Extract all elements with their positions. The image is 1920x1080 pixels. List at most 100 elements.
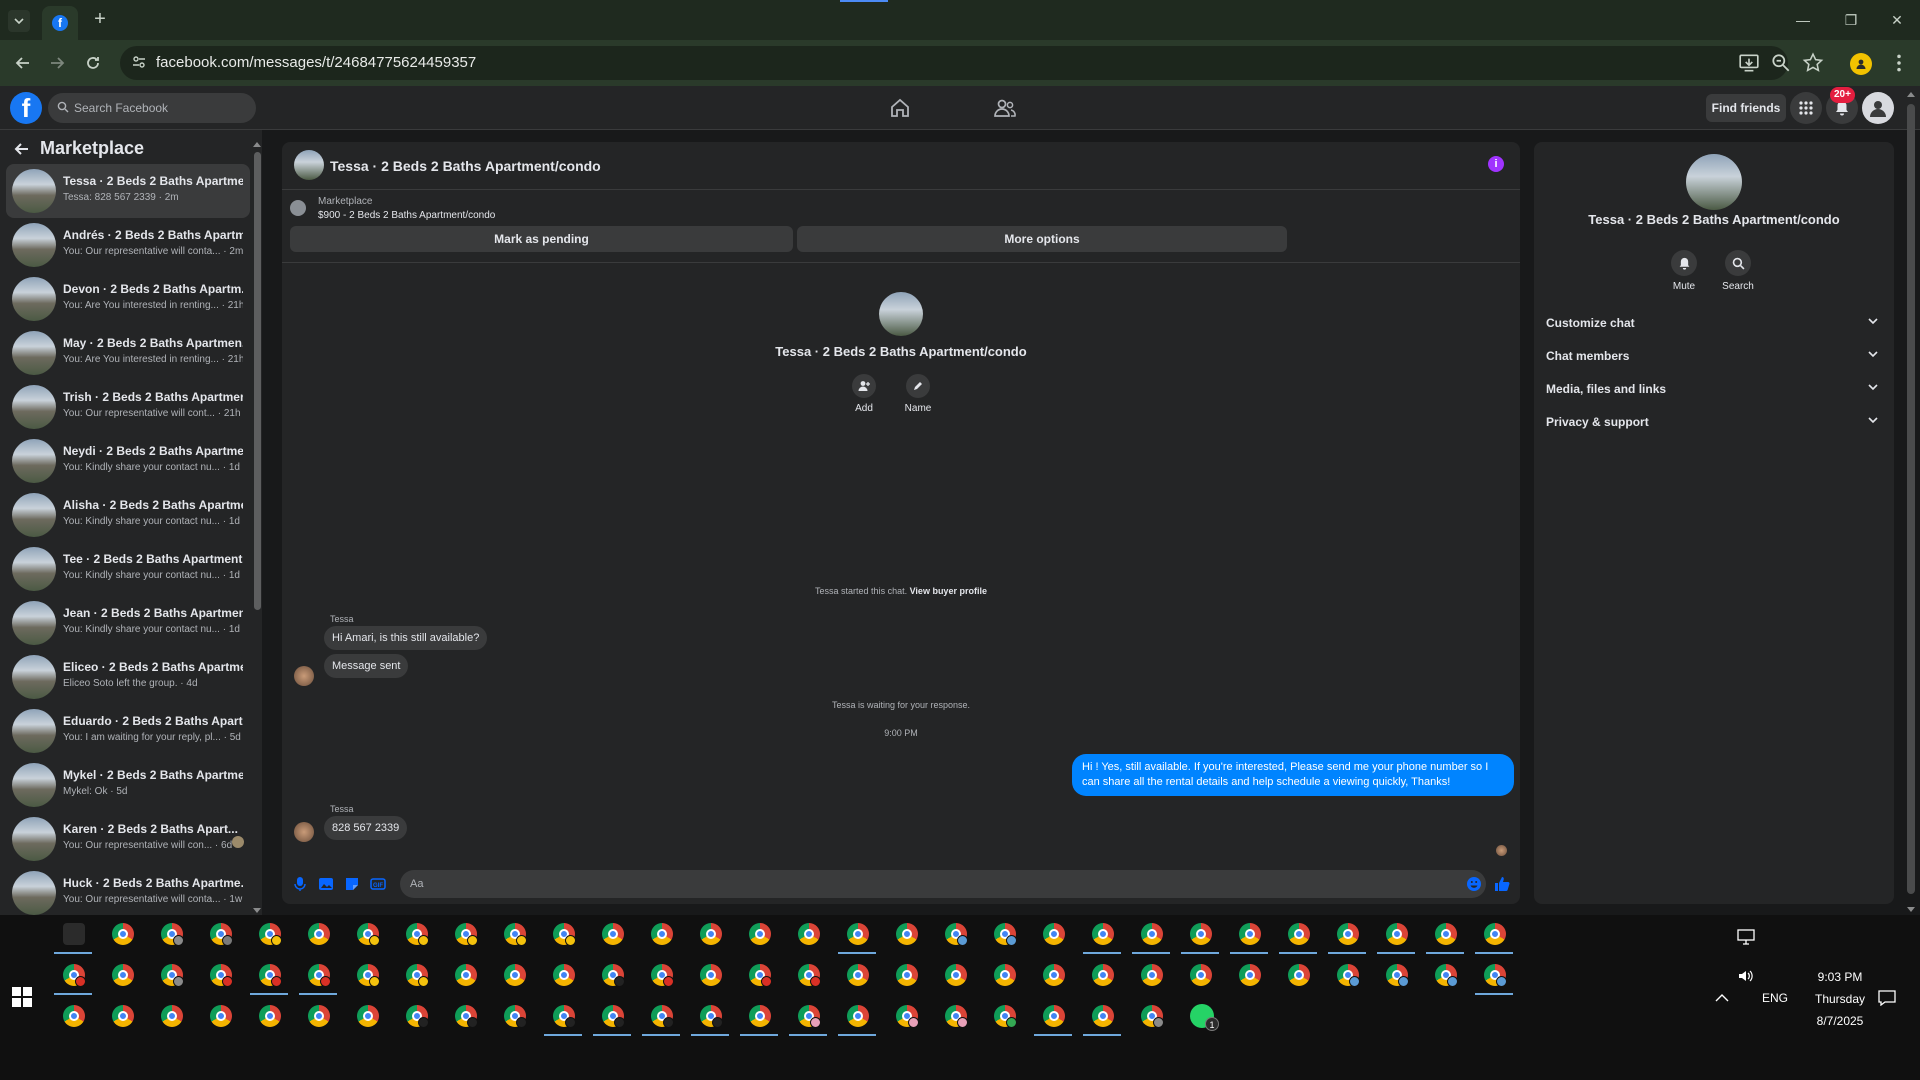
chrome-taskbar-button[interactable] <box>540 956 586 996</box>
chrome-taskbar-button[interactable] <box>491 956 537 996</box>
conversation-item[interactable]: Huck · 2 Beds 2 Baths Apartme... You: Our… <box>6 866 250 920</box>
chrome-taskbar-button[interactable] <box>197 956 243 996</box>
outgoing-message[interactable]: Hi ! Yes, still available. If you're int… <box>1072 754 1514 796</box>
browser-menu-icon[interactable] <box>1888 52 1910 74</box>
chrome-taskbar-button[interactable] <box>785 915 831 955</box>
chrome-taskbar-button[interactable] <box>1324 956 1370 996</box>
chrome-taskbar-button[interactable] <box>981 997 1027 1037</box>
chrome-taskbar-button[interactable] <box>1030 997 1076 1037</box>
chrome-taskbar-button[interactable] <box>295 997 341 1037</box>
browser-tab-facebook[interactable]: f <box>42 6 78 40</box>
zoom-icon[interactable] <box>1770 52 1792 74</box>
thumbs-up-icon[interactable] <box>1494 876 1510 892</box>
facebook-search-input[interactable]: Search Facebook <box>48 93 256 123</box>
conversation-item[interactable]: Alisha · 2 Beds 2 Baths Apartme... You: K… <box>6 488 250 542</box>
chrome-taskbar-button[interactable] <box>344 997 390 1037</box>
listing-avatar[interactable] <box>294 150 324 180</box>
chrome-taskbar-button[interactable] <box>246 997 292 1037</box>
reload-button[interactable] <box>80 50 106 76</box>
chrome-taskbar-button[interactable] <box>197 997 243 1037</box>
name-chat-button[interactable]: Name <box>898 374 938 414</box>
chrome-taskbar-button[interactable] <box>736 956 782 996</box>
conversation-item[interactable]: Trish · 2 Beds 2 Baths Apartmen... You: O… <box>6 380 250 434</box>
chrome-taskbar-button[interactable] <box>540 915 586 955</box>
back-button[interactable] <box>10 50 36 76</box>
microphone-icon[interactable] <box>292 876 308 892</box>
info-icon[interactable]: i <box>1488 156 1504 172</box>
chrome-taskbar-button[interactable] <box>834 956 880 996</box>
chrome-taskbar-button[interactable] <box>442 915 488 955</box>
mark-as-pending-button[interactable]: Mark as pending <box>290 226 793 252</box>
emoji-icon[interactable] <box>1466 876 1482 892</box>
chrome-taskbar-button[interactable] <box>442 997 488 1037</box>
conversation-item[interactable]: Eduardo · 2 Beds 2 Baths Apart... You: I … <box>6 704 250 758</box>
chrome-taskbar-button[interactable] <box>1422 915 1468 955</box>
page-scrollbar[interactable] <box>1904 90 1918 915</box>
chrome-taskbar-button[interactable] <box>540 997 586 1037</box>
search-in-chat-button[interactable]: Search <box>1718 250 1758 292</box>
whatsapp-taskbar-button[interactable]: 1 <box>1177 997 1223 1037</box>
conversation-item[interactable]: Devon · 2 Beds 2 Baths Apartm... You: Are… <box>6 272 250 326</box>
chrome-taskbar-button[interactable] <box>1079 997 1125 1037</box>
chrome-taskbar-button[interactable] <box>589 997 635 1037</box>
close-window-button[interactable]: ✕ <box>1882 8 1912 32</box>
media-files-links-section[interactable]: Media, files and links <box>1546 374 1882 404</box>
chrome-taskbar-button[interactable] <box>1030 915 1076 955</box>
chrome-taskbar-button[interactable] <box>883 997 929 1037</box>
chrome-taskbar-button[interactable] <box>736 997 782 1037</box>
add-member-button[interactable]: Add <box>844 374 884 414</box>
conversation-item[interactable]: Andrés · 2 Beds 2 Baths Apartm... You: Ou… <box>6 218 250 272</box>
chrome-taskbar-button[interactable] <box>1275 956 1321 996</box>
incoming-message[interactable]: Hi Amari, is this still available? <box>324 626 488 650</box>
conversation-item[interactable]: Mykel · 2 Beds 2 Baths Apartme... Mykel: … <box>6 758 250 812</box>
chat-members-section[interactable]: Chat members <box>1546 341 1882 371</box>
conversation-item[interactable]: Eliceo · 2 Beds 2 Baths Apartme... Eliceo… <box>6 650 250 704</box>
chrome-taskbar-button[interactable] <box>295 956 341 996</box>
chrome-taskbar-button[interactable] <box>883 956 929 996</box>
chrome-taskbar-button[interactable] <box>393 915 439 955</box>
chevron-up-icon[interactable] <box>1714 993 1730 1003</box>
chrome-taskbar-button[interactable] <box>1471 956 1517 996</box>
privacy-support-section[interactable]: Privacy & support <box>1546 407 1882 437</box>
conversation-item[interactable]: Jean · 2 Beds 2 Baths Apartmen... You: Ki… <box>6 596 250 650</box>
language-indicator[interactable]: ENG <box>1760 991 1790 1005</box>
incoming-message[interactable]: 828 567 2339 <box>324 816 408 840</box>
address-bar[interactable]: facebook.com/messages/t/2468477562445935… <box>120 46 1788 80</box>
chrome-taskbar-button[interactable] <box>1324 915 1370 955</box>
forward-button[interactable] <box>44 50 70 76</box>
photo-icon[interactable] <box>318 876 334 892</box>
chrome-taskbar-button[interactable] <box>99 956 145 996</box>
friends-icon[interactable] <box>993 96 1017 120</box>
sender-avatar[interactable] <box>294 822 314 842</box>
chrome-taskbar-button[interactable] <box>687 997 733 1037</box>
chrome-taskbar-button[interactable] <box>1128 997 1174 1037</box>
restore-button[interactable]: ❐ <box>1836 8 1866 32</box>
chrome-taskbar-button[interactable] <box>638 997 684 1037</box>
chrome-taskbar-button[interactable] <box>1373 956 1419 996</box>
chrome-taskbar-button[interactable] <box>295 915 341 955</box>
chrome-taskbar-button[interactable] <box>393 997 439 1037</box>
clock-time[interactable]: 9:03 PM <box>1790 970 1890 984</box>
chrome-taskbar-button[interactable] <box>148 915 194 955</box>
chrome-taskbar-button[interactable] <box>981 956 1027 996</box>
minimize-button[interactable]: — <box>1788 8 1818 32</box>
chrome-taskbar-button[interactable] <box>1128 956 1174 996</box>
arrow-left-icon[interactable] <box>14 141 30 157</box>
bookmark-star-icon[interactable] <box>1802 52 1824 74</box>
chrome-taskbar-button[interactable] <box>834 997 880 1037</box>
gif-icon[interactable]: GIF <box>370 876 386 892</box>
conversation-item[interactable]: Karen · 2 Beds 2 Baths Apart... You: Our … <box>6 812 250 866</box>
chrome-taskbar-button[interactable] <box>50 997 96 1037</box>
volume-icon[interactable] <box>1737 968 1755 984</box>
chrome-taskbar-button[interactable] <box>1079 915 1125 955</box>
chrome-taskbar-button[interactable] <box>50 915 96 955</box>
notification-center-icon[interactable] <box>1878 990 1896 1006</box>
chrome-taskbar-button[interactable] <box>932 915 978 955</box>
desktop-icon[interactable] <box>1737 929 1755 945</box>
chrome-taskbar-button[interactable] <box>1030 956 1076 996</box>
chrome-taskbar-button[interactable] <box>1128 915 1174 955</box>
chrome-taskbar-button[interactable] <box>785 956 831 996</box>
windows-start-icon[interactable] <box>12 987 32 1007</box>
chrome-taskbar-button[interactable] <box>442 956 488 996</box>
chrome-taskbar-button[interactable] <box>1226 915 1272 955</box>
